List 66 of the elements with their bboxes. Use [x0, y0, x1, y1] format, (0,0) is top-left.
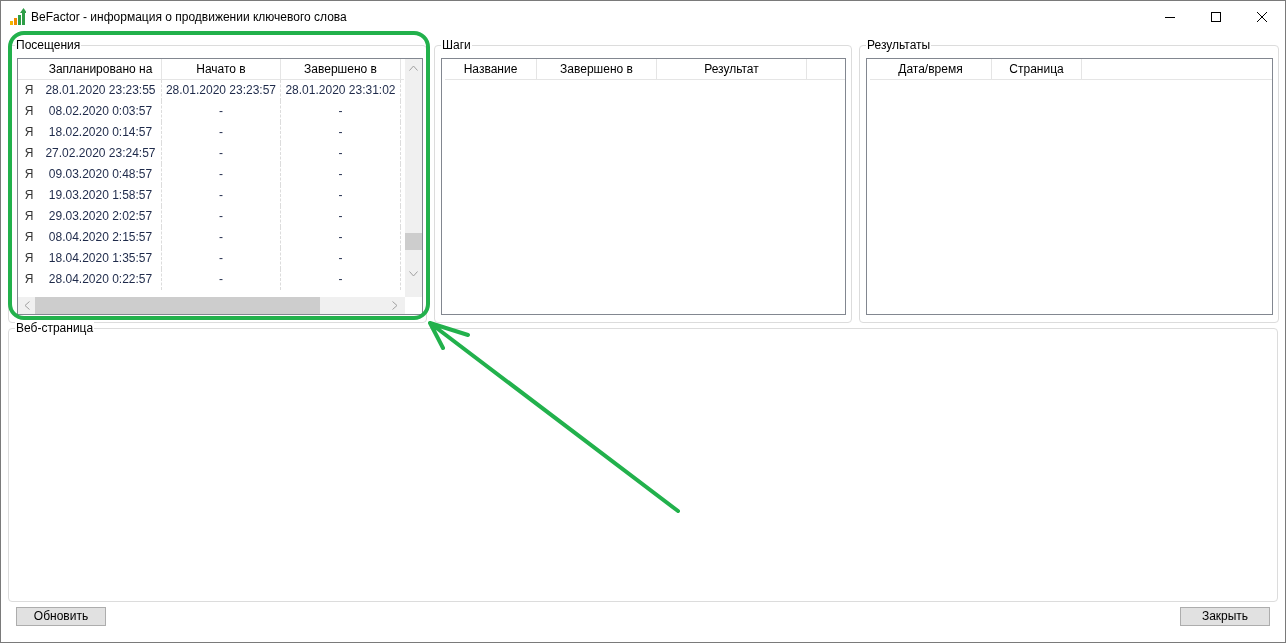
row-marker: Я: [23, 208, 35, 225]
table-cell: 19.03.2020 1:58:57: [40, 185, 162, 206]
table-cell: -: [162, 185, 281, 206]
table-cell: 08.02.2020 0:03:57: [40, 101, 162, 122]
row-marker: Я: [23, 103, 35, 120]
table-cell: -: [281, 164, 401, 185]
table-cell: -: [162, 248, 281, 269]
scrollbar-thumb[interactable]: [405, 233, 422, 250]
column-header[interactable]: Дата/время: [870, 59, 992, 79]
row-marker: Я: [23, 145, 35, 162]
group-title: Шаги: [441, 38, 472, 52]
maximize-icon: [1211, 12, 1221, 22]
table-cell: -: [281, 122, 401, 143]
group-title: Результаты: [866, 38, 932, 52]
app-logo-icon: [10, 8, 26, 26]
column-header[interactable]: Название: [445, 59, 537, 79]
scroll-up-icon[interactable]: [409, 65, 418, 71]
window-title: BeFactor - информация о продвижении ключевого слова: [31, 9, 347, 26]
table-cell: -: [281, 248, 401, 269]
table-cell: -: [281, 143, 401, 164]
table-cell: -: [162, 122, 281, 143]
scrollbar-thumb[interactable]: [35, 297, 320, 314]
table-cell: 08.04.2020 2:15:57: [40, 227, 162, 248]
table-cell: 09.03.2020 0:48:57: [40, 164, 162, 185]
table-cell: 27.02.2020 23:24:57: [40, 143, 162, 164]
table-cell: -: [281, 269, 401, 290]
table-cell: 18.04.2020 1:35:57: [40, 248, 162, 269]
scroll-left-icon[interactable]: [24, 301, 30, 310]
table-cell: 29.03.2020 2:02:57: [40, 206, 162, 227]
horizontal-scrollbar[interactable]: [18, 297, 405, 314]
close-dialog-button[interactable]: Закрыть: [1180, 607, 1270, 626]
column-header[interactable]: Результат: [657, 59, 807, 79]
table-cell: -: [162, 164, 281, 185]
table-cell: -: [162, 101, 281, 122]
row-marker: Я: [23, 82, 35, 99]
table-cell: 28.01.2020 23:23:55: [40, 80, 162, 101]
group-title: Посещения: [15, 38, 82, 52]
row-marker: Я: [23, 250, 35, 267]
refresh-button[interactable]: Обновить: [16, 607, 106, 626]
row-marker: Я: [23, 187, 35, 204]
row-marker: Я: [23, 166, 35, 183]
table-cell: -: [281, 206, 401, 227]
scroll-right-icon[interactable]: [392, 301, 398, 310]
table-cell: -: [162, 143, 281, 164]
table-cell: -: [281, 227, 401, 248]
table-cell: -: [162, 269, 281, 290]
table-cell: 28.04.2020 0:22:57: [40, 269, 162, 290]
column-header[interactable]: Завершено в: [537, 59, 657, 79]
table-cell: -: [281, 185, 401, 206]
table-cell: 28.01.2020 23:23:57: [162, 80, 281, 101]
table-cell: -: [162, 227, 281, 248]
scroll-down-icon[interactable]: [409, 271, 418, 277]
table-cell: 28.01.2020 23:31:02: [281, 80, 401, 101]
close-icon: [1257, 12, 1267, 22]
vertical-scrollbar[interactable]: [405, 59, 422, 297]
table-cell: -: [281, 101, 401, 122]
row-marker: Я: [23, 229, 35, 246]
table-cell: 18.02.2020 0:14:57: [40, 122, 162, 143]
column-header[interactable]: Завершено в: [281, 59, 401, 79]
column-header[interactable]: Запланировано на: [40, 59, 162, 79]
table-cell: -: [162, 206, 281, 227]
group-title: Веб-страница: [15, 321, 95, 335]
row-marker: Я: [23, 271, 35, 288]
row-marker: Я: [23, 124, 35, 141]
column-header[interactable]: Страница: [992, 59, 1082, 79]
column-header[interactable]: Начато в: [162, 59, 281, 79]
